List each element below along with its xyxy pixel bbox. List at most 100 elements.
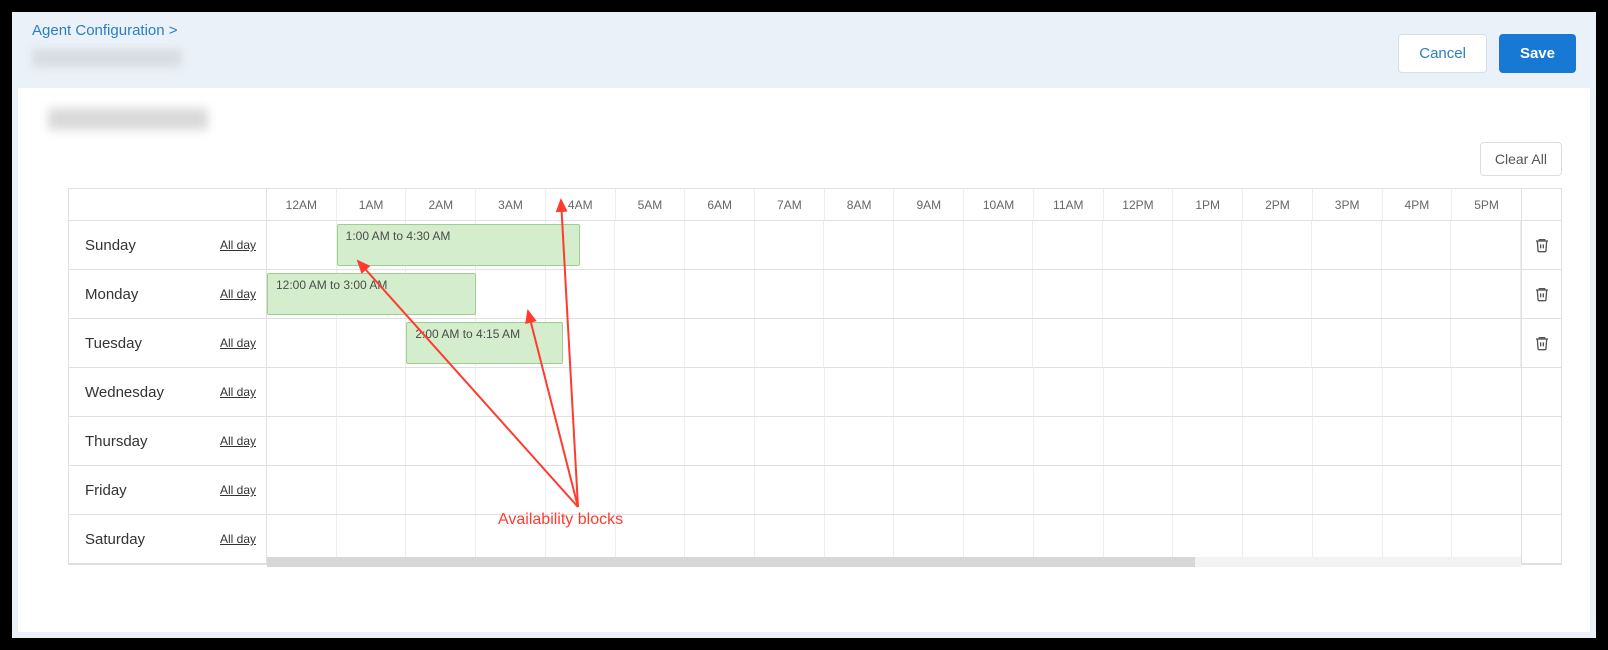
row-timeline[interactable]: 1:00 AM to 4:30 AM	[267, 221, 1521, 270]
timeline-cell[interactable]	[894, 368, 964, 416]
timeline-cell[interactable]	[685, 466, 755, 514]
timeline-cell[interactable]	[685, 270, 755, 318]
timeline-cell[interactable]	[546, 515, 616, 563]
timeline-cell[interactable]	[755, 466, 825, 514]
timeline-cell[interactable]	[1451, 221, 1521, 269]
trash-icon[interactable]	[1534, 237, 1550, 253]
timeline-cell[interactable]	[685, 417, 755, 465]
timeline-cell[interactable]	[546, 417, 616, 465]
timeline-cell[interactable]	[546, 270, 616, 318]
timeline-cell[interactable]	[1033, 270, 1103, 318]
timeline-cell[interactable]	[406, 466, 476, 514]
timeline-cell[interactable]	[1242, 319, 1312, 367]
timeline-cell[interactable]	[894, 319, 964, 367]
all-day-link[interactable]: All day	[220, 385, 256, 399]
timeline-cell[interactable]	[1383, 515, 1453, 563]
timeline-cell[interactable]	[476, 417, 546, 465]
all-day-link[interactable]: All day	[220, 532, 256, 546]
timeline-cell[interactable]	[1104, 466, 1174, 514]
timeline-cell[interactable]	[755, 221, 825, 269]
timeline-cell[interactable]	[1034, 515, 1104, 563]
timeline-cell[interactable]	[825, 368, 895, 416]
timeline-cell[interactable]	[964, 417, 1034, 465]
timeline-cell[interactable]	[825, 417, 895, 465]
timeline-cell[interactable]	[267, 466, 337, 514]
timeline-cell[interactable]	[337, 466, 407, 514]
timeline-cell[interactable]	[1103, 270, 1173, 318]
availability-block[interactable]: 1:00 AM to 4:30 AM	[337, 224, 581, 266]
save-button[interactable]: Save	[1499, 34, 1576, 73]
timeline-cell[interactable]	[824, 270, 894, 318]
timeline-cell[interactable]	[1243, 368, 1313, 416]
timeline-cell[interactable]	[1173, 319, 1243, 367]
all-day-link[interactable]: All day	[220, 483, 256, 497]
all-day-link[interactable]: All day	[220, 238, 256, 252]
timeline-cell[interactable]	[1034, 466, 1104, 514]
timeline-cell[interactable]	[406, 515, 476, 563]
timeline-cell[interactable]	[267, 368, 337, 416]
timeline-cell[interactable]	[755, 417, 825, 465]
timeline-cell[interactable]	[1104, 515, 1174, 563]
timeline-cell[interactable]	[615, 221, 685, 269]
timeline-cell[interactable]	[964, 466, 1034, 514]
timeline-cell[interactable]	[1382, 319, 1452, 367]
timeline-cell[interactable]	[1103, 221, 1173, 269]
timeline-cell[interactable]	[1452, 466, 1521, 514]
trash-icon[interactable]	[1534, 335, 1550, 351]
timeline-cell[interactable]	[406, 417, 476, 465]
timeline-cell[interactable]	[1383, 466, 1453, 514]
timeline-cell[interactable]	[1173, 270, 1243, 318]
timeline-cell[interactable]	[267, 515, 337, 563]
timeline-cell[interactable]	[1312, 270, 1382, 318]
timeline-cell[interactable]	[1034, 368, 1104, 416]
row-timeline[interactable]: 12:00 AM to 3:00 AM	[267, 270, 1521, 319]
timeline-cell[interactable]	[825, 515, 895, 563]
timeline-cell[interactable]	[1173, 368, 1243, 416]
timeline-cell[interactable]	[1313, 417, 1383, 465]
timeline-cell[interactable]	[406, 368, 476, 416]
row-timeline[interactable]	[267, 368, 1521, 417]
timeline-cell[interactable]	[1033, 319, 1103, 367]
timeline-cell[interactable]	[476, 270, 546, 318]
timeline-cell[interactable]	[964, 368, 1034, 416]
timeline-cell[interactable]	[267, 221, 337, 269]
timeline-cell[interactable]	[1243, 466, 1313, 514]
timeline-cell[interactable]	[1313, 466, 1383, 514]
cancel-button[interactable]: Cancel	[1398, 34, 1487, 73]
scrollbar-thumb[interactable]	[267, 557, 1195, 567]
timeline-cell[interactable]	[1312, 319, 1382, 367]
timeline-cell[interactable]	[1243, 417, 1313, 465]
timeline-cell[interactable]	[616, 466, 686, 514]
timeline-cell[interactable]	[685, 221, 755, 269]
timeline-cell[interactable]	[894, 515, 964, 563]
timeline-cell[interactable]	[337, 515, 407, 563]
availability-block[interactable]: 2:00 AM to 4:15 AM	[406, 322, 563, 364]
timeline-cell[interactable]	[546, 466, 616, 514]
timeline-cell[interactable]	[615, 270, 685, 318]
timeline-cell[interactable]	[1451, 270, 1521, 318]
timeline-cell[interactable]	[1452, 368, 1521, 416]
timeline-cell[interactable]	[824, 319, 894, 367]
timeline-cell[interactable]	[755, 319, 825, 367]
timeline-cell[interactable]	[1173, 417, 1243, 465]
timeline-cell[interactable]	[894, 466, 964, 514]
timeline-cell[interactable]	[476, 466, 546, 514]
timeline-cell[interactable]	[964, 221, 1034, 269]
timeline-cell[interactable]	[1382, 221, 1452, 269]
timeline-cell[interactable]	[685, 319, 755, 367]
timeline-cell[interactable]	[1033, 221, 1103, 269]
timeline-cell[interactable]	[476, 368, 546, 416]
timeline-cell[interactable]	[337, 417, 407, 465]
timeline-cell[interactable]	[616, 417, 686, 465]
timeline-cell[interactable]	[685, 368, 755, 416]
timeline-cell[interactable]	[337, 319, 407, 367]
timeline-cell[interactable]	[615, 319, 685, 367]
timeline-cell[interactable]	[894, 417, 964, 465]
timeline-cell[interactable]	[755, 270, 825, 318]
trash-icon[interactable]	[1534, 286, 1550, 302]
timeline-cell[interactable]	[1104, 368, 1174, 416]
timeline-cell[interactable]	[1452, 515, 1521, 563]
timeline-cell[interactable]	[1451, 319, 1521, 367]
timeline-cell[interactable]	[894, 270, 964, 318]
row-timeline[interactable]: 2:00 AM to 4:15 AM	[267, 319, 1521, 368]
